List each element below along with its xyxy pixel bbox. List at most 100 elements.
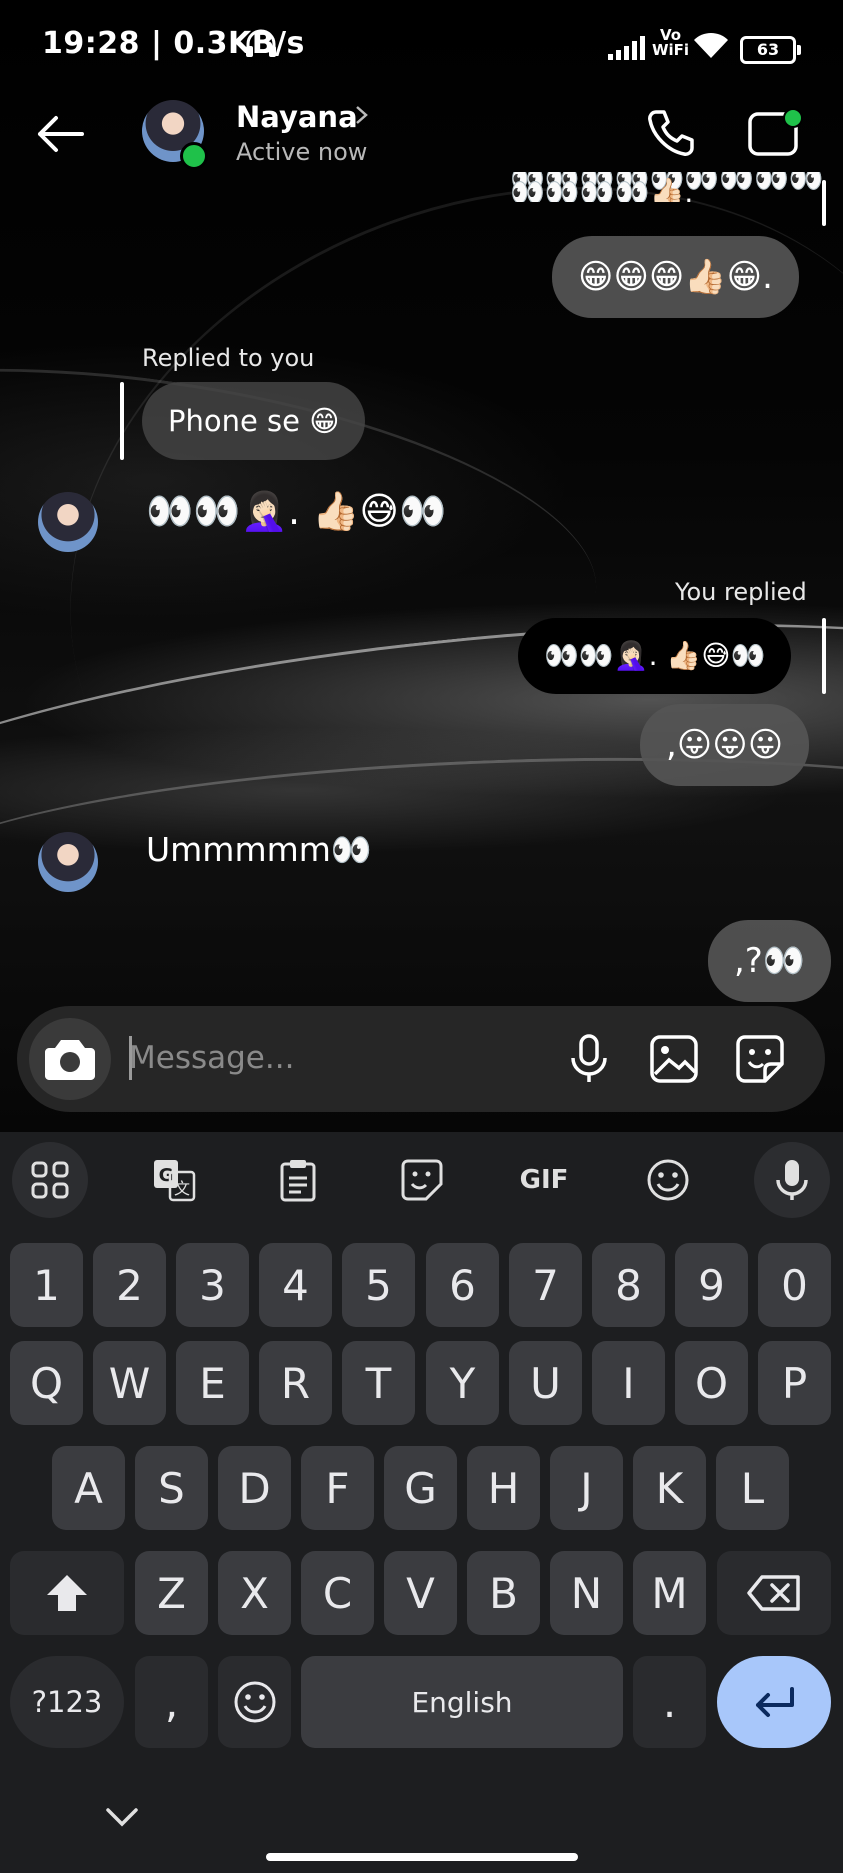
sender-avatar xyxy=(38,492,98,552)
message-bubble-sent[interactable]: 👀👀🤦🏻‍♀️. 👍🏻😅👀 xyxy=(518,618,792,694)
message-bubble-sent[interactable]: ,?👀 xyxy=(708,920,832,1002)
status-bar: 19:28 | 0.3KB/s Vo WiFi 63 xyxy=(0,0,843,96)
key-c[interactable]: C xyxy=(301,1551,374,1635)
key-p[interactable]: P xyxy=(758,1341,831,1425)
shift-arrow-icon xyxy=(47,1575,87,1611)
key-b[interactable]: B xyxy=(467,1551,540,1635)
message-bubble-received[interactable]: Phone se 😁 xyxy=(142,382,366,460)
cellular-signal-icon xyxy=(608,36,648,64)
key-i[interactable]: I xyxy=(592,1341,665,1425)
key-6[interactable]: 6 xyxy=(426,1243,499,1327)
key-5[interactable]: 5 xyxy=(342,1243,415,1327)
grid-icon xyxy=(31,1161,69,1199)
key-o[interactable]: O xyxy=(675,1341,748,1425)
key-k[interactable]: K xyxy=(633,1446,706,1530)
key-l[interactable]: L xyxy=(716,1446,789,1530)
key-n[interactable]: N xyxy=(550,1551,623,1635)
apps-grid-button[interactable] xyxy=(12,1142,88,1218)
enter-arrow-icon xyxy=(756,1687,794,1717)
shift-key[interactable] xyxy=(10,1551,124,1635)
back-arrow-icon[interactable] xyxy=(34,114,86,158)
microphone-icon[interactable] xyxy=(567,1034,611,1088)
sticker-icon xyxy=(401,1159,443,1201)
reply-indicator-line xyxy=(120,382,124,460)
emoji-button[interactable] xyxy=(630,1142,706,1218)
camera-button[interactable] xyxy=(29,1018,111,1100)
key-h[interactable]: H xyxy=(467,1446,540,1530)
contact-name[interactable]: Nayana xyxy=(236,100,358,134)
comma-key[interactable]: , xyxy=(135,1656,208,1748)
key-e[interactable]: E xyxy=(176,1341,249,1425)
message-bubble-sent[interactable]: 😁😁😁👍🏻😁. xyxy=(552,236,799,318)
backspace-key[interactable] xyxy=(717,1551,831,1635)
wifi-icon xyxy=(692,30,730,64)
key-d[interactable]: D xyxy=(218,1446,291,1530)
microphone-icon xyxy=(776,1160,808,1200)
emoji-icon xyxy=(647,1159,689,1201)
key-3[interactable]: 3 xyxy=(176,1243,249,1327)
translate-button[interactable]: G文 xyxy=(136,1142,212,1218)
key-f[interactable]: F xyxy=(301,1446,374,1530)
sender-avatar xyxy=(38,832,98,892)
key-y[interactable]: Y xyxy=(426,1341,499,1425)
message-text-received[interactable]: Ummmmm👀 xyxy=(146,830,372,870)
key-g[interactable]: G xyxy=(384,1446,457,1530)
message-input[interactable]: Message... xyxy=(129,1040,294,1076)
message-composer: Message... xyxy=(17,1006,825,1112)
emoji-icon xyxy=(234,1681,275,1723)
sticker-icon[interactable] xyxy=(735,1034,785,1088)
key-u[interactable]: U xyxy=(509,1341,582,1425)
key-q[interactable]: Q xyxy=(10,1341,83,1425)
key-8[interactable]: 8 xyxy=(592,1243,665,1327)
battery-indicator: 63 xyxy=(740,36,801,64)
key-w[interactable]: W xyxy=(93,1341,166,1425)
vowifi-indicator: Vo WiFi xyxy=(652,26,690,59)
phone-call-icon[interactable] xyxy=(644,106,698,164)
emoji-key[interactable] xyxy=(218,1656,291,1748)
backspace-icon xyxy=(747,1575,800,1611)
key-z[interactable]: Z xyxy=(135,1551,208,1635)
symbols-key[interactable]: ?123 xyxy=(10,1656,124,1748)
headphones-icon xyxy=(244,28,278,64)
presence-status: Active now xyxy=(236,138,368,166)
key-m[interactable]: M xyxy=(633,1551,706,1635)
video-call-icon[interactable] xyxy=(746,106,806,164)
svg-text:文: 文 xyxy=(174,1179,190,1198)
message-partial-top: 👀👀👀👀👀👀👀👀👀👀👀👀👀👍🏻. xyxy=(510,172,824,202)
reply-indicator-line xyxy=(822,618,826,694)
key-2[interactable]: 2 xyxy=(93,1243,166,1327)
reply-label: Replied to you xyxy=(142,344,315,372)
key-x[interactable]: X xyxy=(218,1551,291,1635)
message-bubble-sent[interactable]: ,😛😛😛 xyxy=(640,704,810,786)
message-emoji-received[interactable]: 👀👀🤦🏻‍♀️. 👍🏻😅👀 xyxy=(146,492,446,530)
key-9[interactable]: 9 xyxy=(675,1243,748,1327)
key-t[interactable]: T xyxy=(342,1341,415,1425)
key-r[interactable]: R xyxy=(259,1341,332,1425)
clipboard-icon xyxy=(280,1160,316,1202)
translate-icon: G文 xyxy=(154,1160,196,1202)
gallery-icon[interactable] xyxy=(649,1034,699,1088)
keyboard-collapse-chevron-icon[interactable] xyxy=(104,1806,140,1832)
camera-icon xyxy=(45,1040,95,1080)
space-key[interactable]: English xyxy=(301,1656,623,1748)
key-4[interactable]: 4 xyxy=(259,1243,332,1327)
reply-indicator-line xyxy=(822,180,826,226)
key-a[interactable]: A xyxy=(52,1446,125,1530)
key-1[interactable]: 1 xyxy=(10,1243,83,1327)
sticker-keyboard-button[interactable] xyxy=(384,1142,460,1218)
key-s[interactable]: S xyxy=(135,1446,208,1530)
chevron-right-icon[interactable] xyxy=(354,104,370,130)
key-j[interactable]: J xyxy=(550,1446,623,1530)
voice-input-button[interactable] xyxy=(754,1142,830,1218)
home-indicator[interactable] xyxy=(266,1853,578,1861)
reply-label: You replied xyxy=(675,578,807,606)
gif-button[interactable]: GIF xyxy=(506,1142,582,1218)
enter-key[interactable] xyxy=(717,1656,831,1748)
key-0[interactable]: 0 xyxy=(758,1243,831,1327)
key-7[interactable]: 7 xyxy=(509,1243,582,1327)
clipboard-button[interactable] xyxy=(260,1142,336,1218)
online-status-dot xyxy=(180,142,208,170)
period-key[interactable]: . xyxy=(633,1656,706,1748)
key-v[interactable]: V xyxy=(384,1551,457,1635)
chat-header xyxy=(0,96,843,226)
